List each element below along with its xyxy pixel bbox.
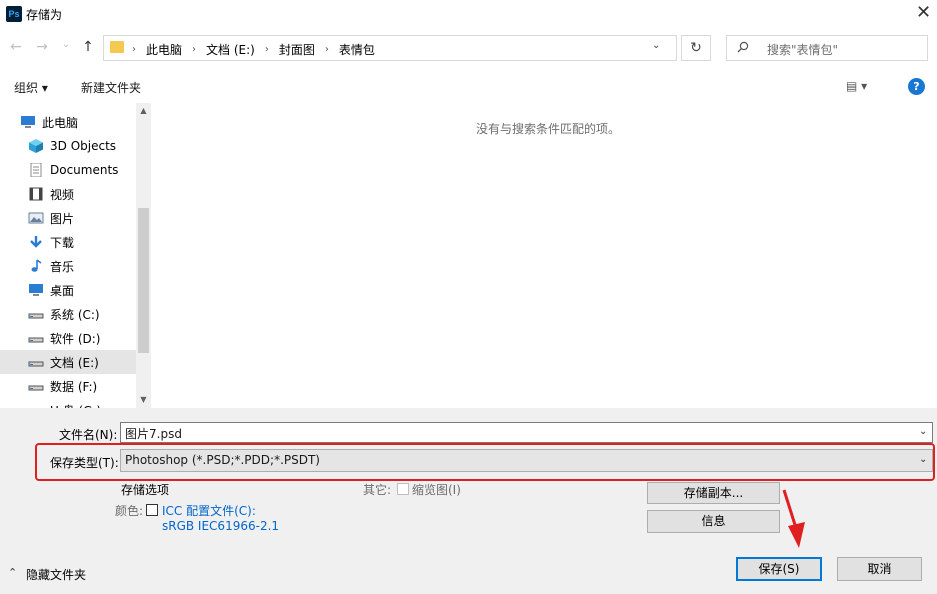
icc-profile-value: sRGB IEC61966-2.1	[162, 519, 280, 533]
tree-item[interactable]: 音乐	[0, 254, 136, 278]
video-icon	[28, 187, 44, 201]
tree-item[interactable]: 视频	[0, 182, 136, 206]
desktop-icon	[28, 283, 44, 297]
navigation-pane: 此电脑 3D Objects Documents 视频图片下载音乐桌面系统 (C:) 软…	[0, 103, 150, 408]
3d-objects-icon	[28, 139, 44, 153]
breadcrumb-item[interactable]: 封面图	[279, 41, 315, 58]
organize-menu[interactable]: 组织 ▾	[14, 79, 48, 96]
up-arrow-icon[interactable]: ↑	[78, 37, 98, 57]
annotation-arrow	[782, 489, 805, 548]
drive-c-icon	[28, 307, 44, 321]
view-options-icon[interactable]: ▤ ▾	[846, 79, 867, 93]
file-list-pane[interactable]: 没有与搜索条件匹配的项。	[151, 103, 937, 408]
window-title: 存储为	[26, 8, 63, 22]
breadcrumb-separator: ›	[192, 44, 197, 55]
search-icon	[737, 41, 749, 56]
search-placeholder: 搜索"表情包"	[767, 43, 839, 57]
tree-item-label: 3D Objects	[50, 139, 117, 153]
highlight-frame	[35, 443, 935, 481]
tree-item-label: 文档 (E:)	[50, 355, 99, 370]
filename-label: 文件名(N):	[59, 428, 118, 442]
title-bar: Ps 存储为 ✕	[0, 0, 937, 28]
chevron-up-icon[interactable]: ⌃	[8, 566, 17, 579]
thumbnail-checkbox[interactable]	[397, 483, 409, 495]
new-folder-button[interactable]: 新建文件夹	[81, 79, 141, 96]
tree-item[interactable]: 数据 (F:)	[0, 374, 136, 398]
hide-folders-toggle[interactable]: 隐藏文件夹	[26, 566, 86, 583]
close-icon[interactable]: ✕	[910, 0, 937, 28]
tree-item-label: 软件 (D:)	[50, 331, 101, 346]
photoshop-app-icon: Ps	[6, 6, 22, 22]
tree-item-label: 此电脑	[42, 115, 79, 130]
folder-icon	[110, 41, 124, 53]
icc-profile-label[interactable]: ICC 配置文件(C):	[162, 502, 256, 519]
tree-item[interactable]: 下载	[0, 230, 136, 254]
color-label: 颜色:	[115, 504, 144, 518]
tree-item-label: 视频	[50, 187, 75, 202]
tree-item-label: 图片	[50, 211, 75, 226]
address-bar[interactable]: › 此电脑 › 文档 (E:) › 封面图 › 表情包 ⌄	[103, 35, 677, 61]
breadcrumb-separator: ›	[324, 44, 329, 55]
tree-item-label: Documents	[50, 163, 119, 177]
tree-item-label: 数据 (F:)	[50, 379, 98, 394]
tree-item[interactable]: 此电脑	[0, 110, 136, 134]
cancel-button[interactable]: 取消	[837, 557, 922, 581]
back-arrow-icon[interactable]: ←	[6, 37, 26, 57]
save-button[interactable]: 保存(S)	[736, 557, 822, 581]
computer-icon	[20, 115, 36, 129]
breadcrumb-item[interactable]: 表情包	[339, 41, 375, 58]
arrow-head	[788, 522, 805, 548]
info-button[interactable]: 信息	[647, 510, 780, 533]
icc-profile-checkbox[interactable]	[146, 504, 158, 516]
tree-item[interactable]: 桌面	[0, 278, 136, 302]
scrollbar-thumb[interactable]	[138, 208, 149, 353]
breadcrumb-separator: ›	[264, 44, 269, 55]
tree-item-label: 音乐	[50, 259, 75, 274]
breadcrumb-separator: ›	[132, 44, 136, 55]
breadcrumb-item[interactable]: 文档 (E:)	[206, 41, 255, 58]
tree-item-label: 系统 (C:)	[50, 307, 100, 322]
thumbnail-label: 缩览图(I)	[412, 483, 461, 497]
download-icon	[28, 235, 44, 249]
music-icon	[28, 259, 44, 273]
tree-item[interactable]: 系统 (C:)	[0, 302, 136, 326]
drive-icon	[28, 379, 44, 393]
toolbar: 组织 ▾ 新建文件夹 ▤ ▾	[0, 72, 937, 100]
refresh-icon[interactable]: ↻	[681, 35, 711, 61]
forward-arrow-icon[interactable]: →	[32, 37, 52, 57]
search-input[interactable]: 搜索"表情包"	[726, 35, 928, 61]
breadcrumb-item[interactable]: 此电脑	[146, 41, 182, 58]
scroll-up-icon[interactable]: ▲	[136, 106, 151, 115]
save-copy-button[interactable]: 存储副本...	[647, 482, 780, 504]
breadcrumb: › 此电脑 › 文档 (E:) › 封面图 › 表情包	[132, 41, 375, 58]
help-icon[interactable]: ?	[908, 78, 925, 95]
navigation-scrollbar[interactable]: ▲ ▼	[136, 103, 151, 408]
documents-icon	[28, 162, 44, 178]
pictures-icon	[28, 211, 44, 225]
scroll-down-icon[interactable]: ▼	[136, 395, 151, 404]
address-dropdown-icon[interactable]: ⌄	[652, 40, 660, 51]
filename-dropdown-icon[interactable]: ⌄	[919, 426, 927, 437]
recent-locations-icon[interactable]: ⌄	[56, 35, 76, 55]
tree-item[interactable]: U 盘 (G:)	[0, 398, 136, 409]
filename-field[interactable]: 图片7.psd ⌄	[120, 422, 933, 443]
empty-results-message: 没有与搜索条件匹配的项。	[476, 122, 621, 136]
other-label: 其它:	[363, 483, 392, 497]
tree-item[interactable]: 文档 (E:)	[0, 350, 136, 374]
drive-icon	[28, 331, 44, 345]
tree-item[interactable]: 3D Objects	[0, 134, 136, 158]
drive-icon	[28, 355, 44, 369]
tree-item-label: 下载	[50, 235, 75, 250]
tree-item-label: 桌面	[50, 283, 75, 298]
save-options-heading: 存储选项	[121, 483, 170, 497]
filename-value: 图片7.psd	[125, 427, 182, 441]
tree-item[interactable]: Documents	[0, 158, 136, 182]
tree-item[interactable]: 软件 (D:)	[0, 326, 136, 350]
tree-item[interactable]: 图片	[0, 206, 136, 230]
arrow-shaft	[782, 489, 798, 529]
